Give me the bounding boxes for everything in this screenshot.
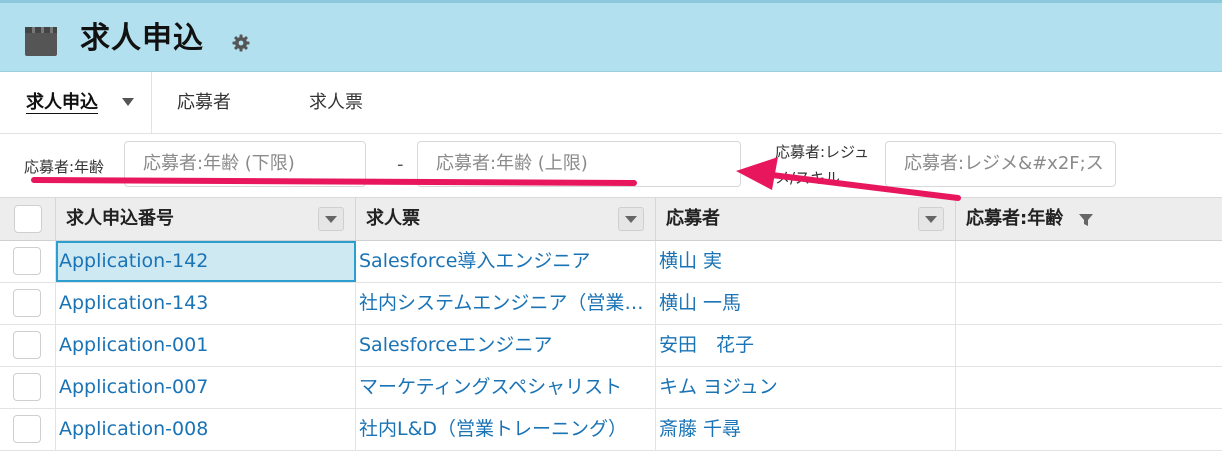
header-select-cell bbox=[0, 198, 56, 240]
tab-bar: 求人申込 応募者 求人票 bbox=[0, 72, 1222, 134]
resume-input[interactable]: 応募者:レジメ&#x2F;ス bbox=[885, 141, 1116, 187]
clapperboard-icon bbox=[25, 27, 57, 56]
table-row[interactable]: Application-143 社内システムエンジニア（営業支援） 横山 一馬 bbox=[0, 283, 1222, 325]
job-link[interactable]: 社内システムエンジニア（営業支援） bbox=[356, 283, 656, 324]
application-link[interactable]: Application-001 bbox=[56, 325, 356, 366]
age-max-input[interactable]: 応募者:年齢 (上限) bbox=[417, 141, 741, 187]
age-min-input[interactable]: 応募者:年齢 (下限) bbox=[124, 141, 366, 187]
select-all-checkbox[interactable] bbox=[14, 205, 42, 233]
column-header-label: 求人申込番号 bbox=[66, 208, 174, 229]
column-menu-button[interactable] bbox=[618, 207, 644, 231]
column-header-application[interactable]: 求人申込番号 bbox=[56, 198, 356, 240]
job-link[interactable]: Salesforce導入エンジニア bbox=[356, 241, 656, 282]
age-cell bbox=[956, 283, 1222, 324]
column-header-label: 応募者 bbox=[666, 208, 720, 229]
range-separator: - bbox=[397, 154, 404, 175]
application-link[interactable]: Application-143 bbox=[56, 283, 356, 324]
app-header: 求人申込 bbox=[0, 0, 1222, 72]
filter-icon[interactable] bbox=[1078, 212, 1094, 228]
age-cell bbox=[956, 325, 1222, 366]
column-header-job[interactable]: 求人票 bbox=[356, 198, 656, 240]
table-row[interactable]: Application-008 社内L&D（営業トレーニング） 斎藤 千尋 bbox=[0, 409, 1222, 451]
job-link[interactable]: マーケティングスペシャリスト bbox=[356, 367, 656, 408]
column-header-label: 応募者:年齢 bbox=[966, 208, 1064, 229]
table-row[interactable]: Application-001 Salesforceエンジニア 安田 花子 bbox=[0, 325, 1222, 367]
chevron-down-icon bbox=[325, 216, 337, 223]
application-link[interactable]: Application-008 bbox=[56, 409, 356, 450]
tab-applications[interactable]: 求人申込 bbox=[0, 72, 152, 133]
application-link[interactable]: Application-142 bbox=[56, 241, 356, 282]
row-checkbox[interactable] bbox=[13, 247, 41, 275]
row-select-cell bbox=[0, 283, 56, 324]
column-menu-button[interactable] bbox=[318, 207, 344, 231]
chevron-down-icon bbox=[625, 216, 637, 223]
applicant-link[interactable]: 安田 花子 bbox=[656, 325, 956, 366]
chevron-down-icon bbox=[925, 216, 937, 223]
age-cell bbox=[956, 409, 1222, 450]
row-checkbox[interactable] bbox=[13, 415, 41, 443]
column-header-applicant[interactable]: 応募者 bbox=[656, 198, 956, 240]
applicant-link[interactable]: キム ヨジュン bbox=[656, 367, 956, 408]
table-row[interactable]: Application-142 Salesforce導入エンジニア 横山 実 bbox=[0, 241, 1222, 283]
row-select-cell bbox=[0, 409, 56, 450]
column-header-label: 求人票 bbox=[366, 208, 420, 229]
resume-filter-label: 応募者:レジュメ/スキル bbox=[775, 143, 870, 187]
page-title: 求人申込 bbox=[80, 21, 204, 56]
age-filter-label: 応募者:年齢 bbox=[24, 158, 105, 176]
grid-header: 求人申込番号 求人票 応募者 応募者:年齢 bbox=[0, 197, 1222, 241]
tab-applicants[interactable]: 応募者 bbox=[177, 72, 231, 133]
applicant-link[interactable]: 斎藤 千尋 bbox=[656, 409, 956, 450]
tab-applications-label: 求人申込 bbox=[26, 92, 98, 113]
age-cell bbox=[956, 241, 1222, 282]
row-select-cell bbox=[0, 367, 56, 408]
chevron-down-icon[interactable] bbox=[121, 97, 135, 107]
age-cell bbox=[956, 367, 1222, 408]
gear-icon[interactable] bbox=[231, 33, 251, 53]
job-link[interactable]: Salesforceエンジニア bbox=[356, 325, 656, 366]
tab-job-postings[interactable]: 求人票 bbox=[309, 72, 363, 133]
row-checkbox[interactable] bbox=[13, 331, 41, 359]
row-checkbox[interactable] bbox=[13, 289, 41, 317]
row-select-cell bbox=[0, 325, 56, 366]
row-select-cell bbox=[0, 241, 56, 282]
row-checkbox[interactable] bbox=[13, 373, 41, 401]
applicant-link[interactable]: 横山 実 bbox=[656, 241, 956, 282]
application-link[interactable]: Application-007 bbox=[56, 367, 356, 408]
job-link[interactable]: 社内L&D（営業トレーニング） bbox=[356, 409, 656, 450]
applicant-link[interactable]: 横山 一馬 bbox=[656, 283, 956, 324]
table-row[interactable]: Application-007 マーケティングスペシャリスト キム ヨジュン bbox=[0, 367, 1222, 409]
column-menu-button[interactable] bbox=[918, 207, 944, 231]
